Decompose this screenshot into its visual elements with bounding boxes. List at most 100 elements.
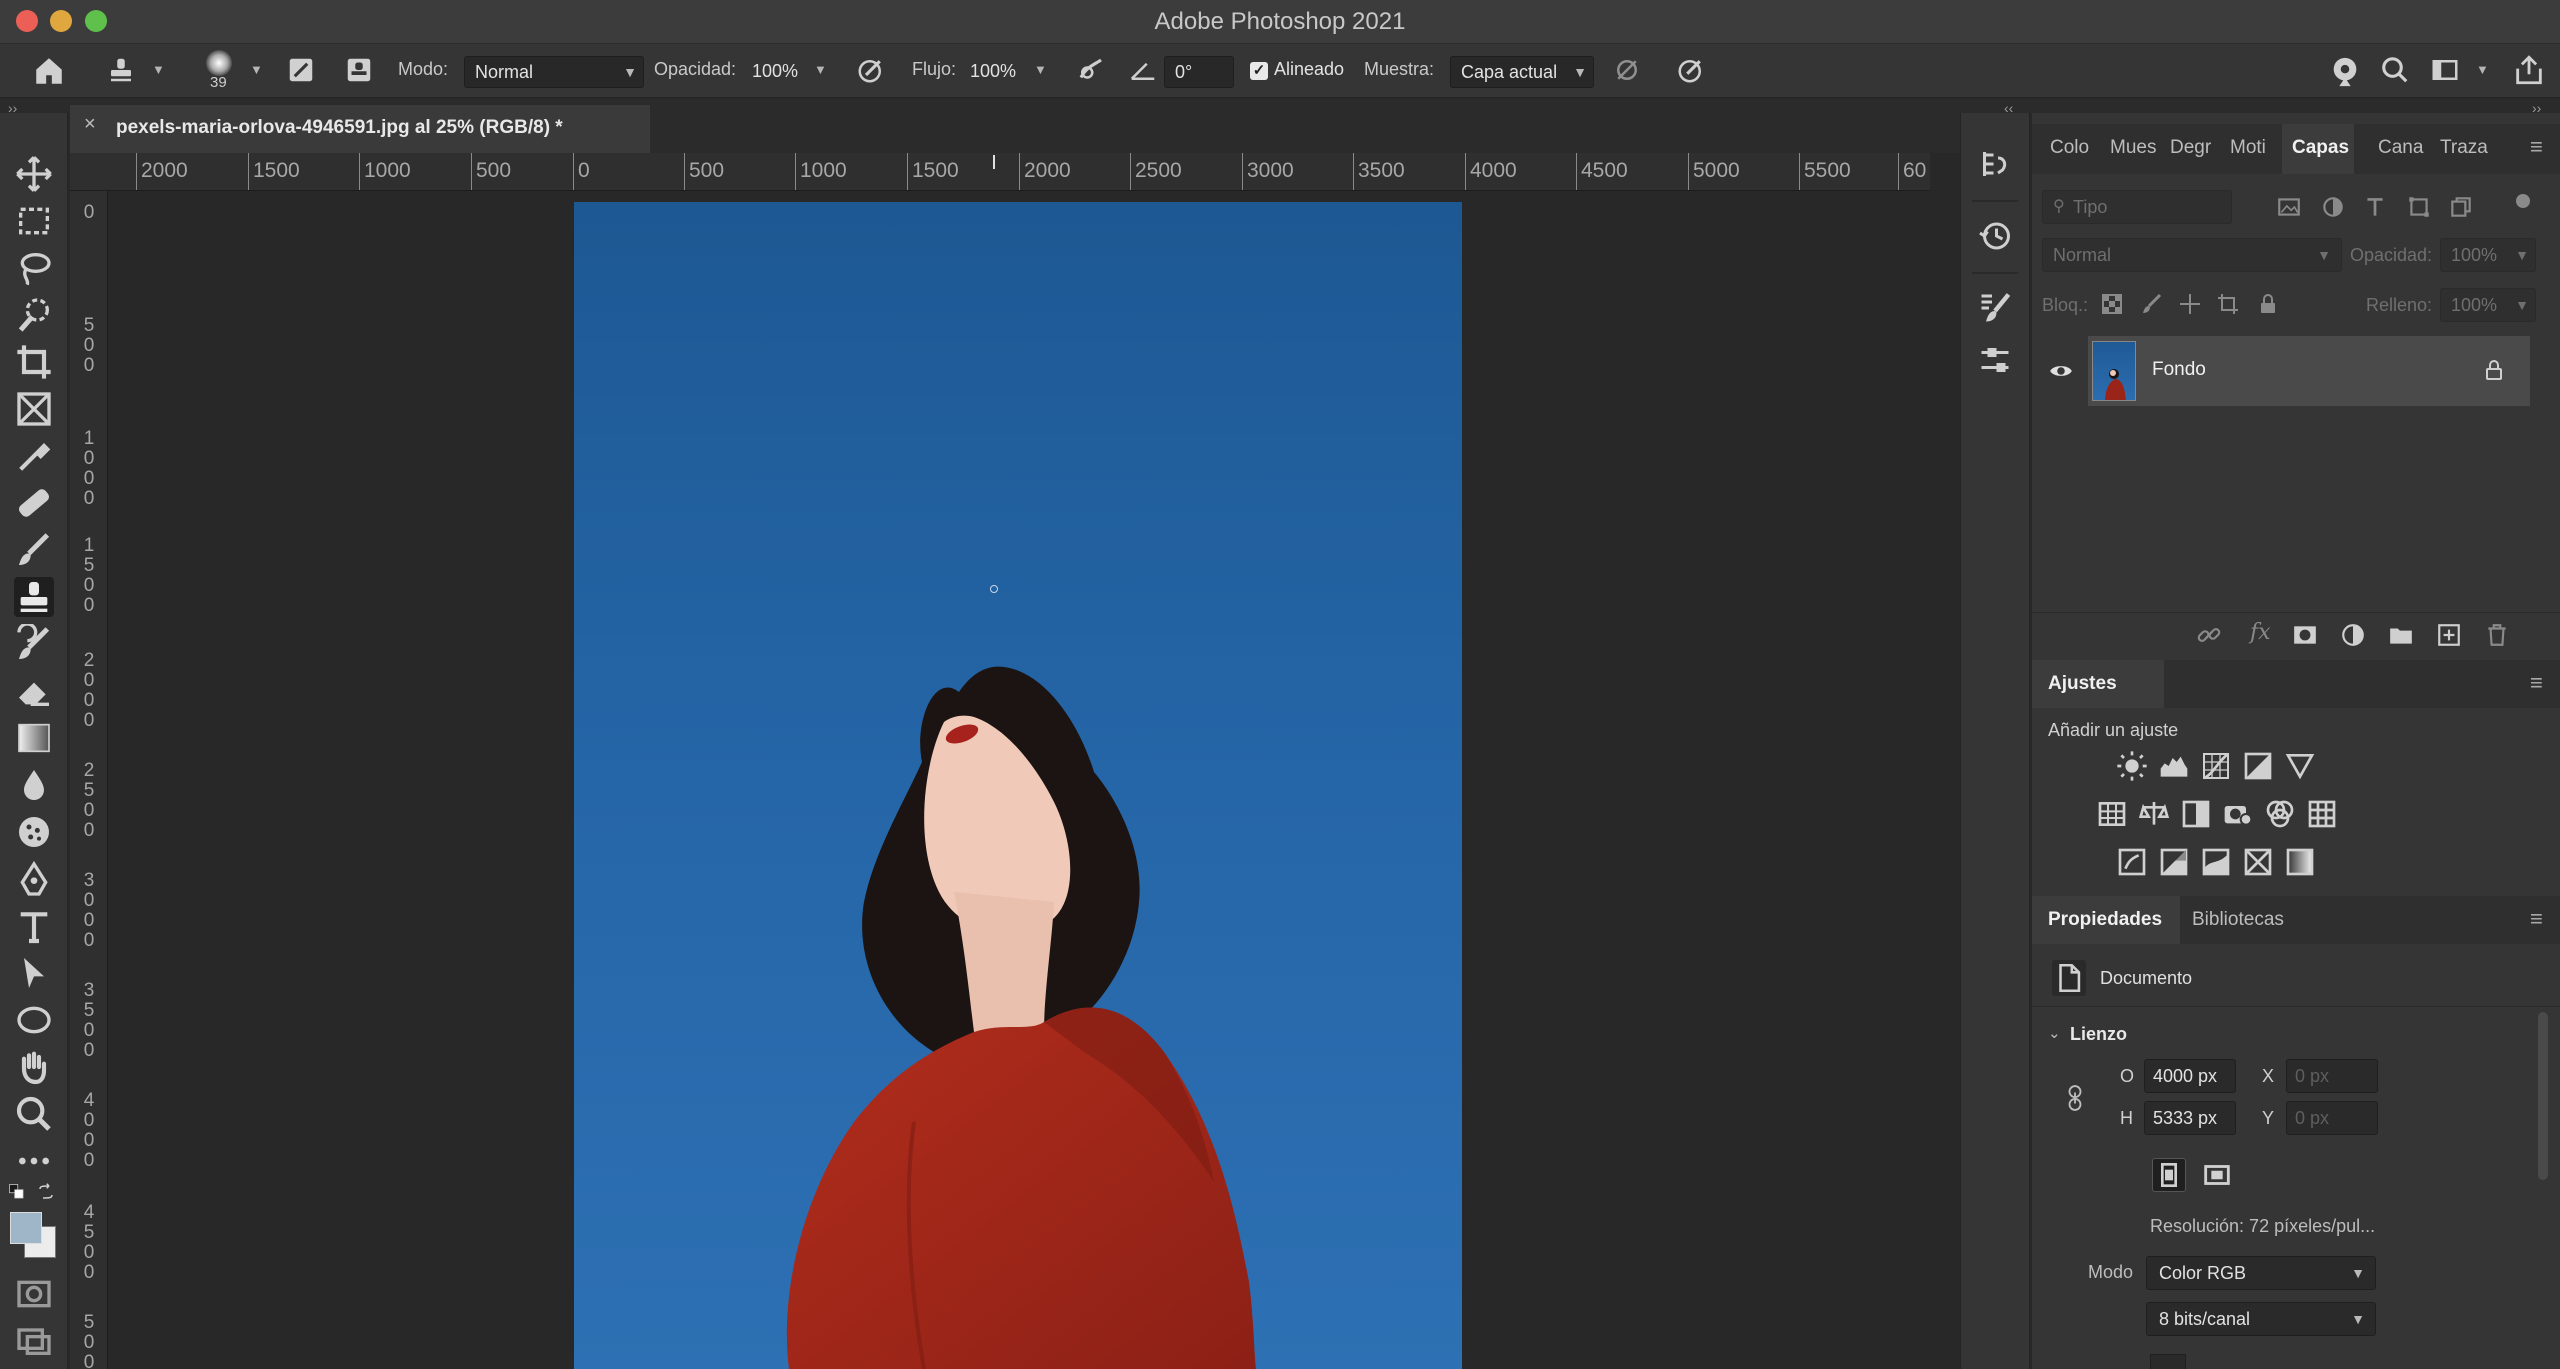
new-adjustment-layer-icon[interactable] bbox=[2340, 622, 2366, 648]
lock-image-pixels-icon[interactable] bbox=[2140, 292, 2164, 316]
new-group-folder-icon[interactable] bbox=[2388, 622, 2414, 648]
filter-pixel-layer-icon[interactable] bbox=[2276, 194, 2302, 220]
layer-lock-icon[interactable] bbox=[2482, 358, 2506, 382]
color-mode-select[interactable]: Color RGB ▼ bbox=[2146, 1256, 2376, 1290]
x-input[interactable]: 0 px bbox=[2286, 1059, 2378, 1093]
brush-settings-panel-icon[interactable] bbox=[1977, 290, 2013, 326]
posterize-icon[interactable] bbox=[2158, 846, 2190, 878]
brush-picker-chevron-icon[interactable]: ▼ bbox=[250, 62, 263, 77]
brush-tool-icon[interactable] bbox=[14, 530, 54, 570]
height-input[interactable]: 5333 px bbox=[2144, 1101, 2236, 1135]
photo-filter-icon[interactable] bbox=[2222, 798, 2254, 830]
aligned-checkbox[interactable]: ✓ bbox=[1250, 62, 1268, 80]
tab-color[interactable]: Colo bbox=[2050, 137, 2089, 159]
hue-saturation-icon[interactable] bbox=[2096, 798, 2128, 830]
swap-colors-icon[interactable] bbox=[36, 1183, 56, 1201]
quick-selection-tool-icon[interactable] bbox=[14, 295, 54, 335]
delete-layer-trash-icon[interactable] bbox=[2484, 622, 2510, 648]
workspace-chevron-icon[interactable]: ▼ bbox=[2476, 62, 2489, 77]
y-input[interactable]: 0 px bbox=[2286, 1101, 2378, 1135]
history-states-icon[interactable] bbox=[1977, 146, 2013, 182]
search-icon[interactable] bbox=[2380, 55, 2410, 85]
invert-icon[interactable] bbox=[2116, 846, 2148, 878]
levels-icon[interactable] bbox=[2158, 750, 2190, 782]
clone-stamp-tool-preset-icon[interactable] bbox=[106, 55, 136, 85]
canvas-color-swatch[interactable] bbox=[2150, 1354, 2186, 1369]
ignore-adjustment-layers-icon[interactable] bbox=[1612, 55, 1642, 85]
new-layer-icon[interactable] bbox=[2436, 622, 2462, 648]
color-lookup-icon[interactable] bbox=[2306, 798, 2338, 830]
tab-libraries[interactable]: Bibliotecas bbox=[2192, 909, 2284, 931]
bit-depth-select[interactable]: 8 bits/canal ▼ bbox=[2146, 1302, 2376, 1336]
sample-select[interactable]: Capa actual ▼ bbox=[1450, 56, 1594, 88]
tab-channels[interactable]: Cana bbox=[2378, 137, 2423, 159]
curves-icon[interactable] bbox=[2200, 750, 2232, 782]
close-document-icon[interactable]: × bbox=[84, 113, 96, 136]
workspace-icon[interactable] bbox=[2430, 55, 2460, 85]
screen-mode-icon[interactable] bbox=[14, 1320, 54, 1360]
filter-type-layer-icon[interactable] bbox=[2362, 194, 2388, 220]
clone-source-icon[interactable] bbox=[344, 55, 374, 85]
chevron-down-icon[interactable]: ▼ bbox=[152, 62, 165, 77]
chevron-down-icon[interactable]: ⌄ bbox=[2048, 1024, 2061, 1042]
lasso-tool-icon[interactable] bbox=[14, 248, 54, 288]
mode-select[interactable]: Normal ▼ bbox=[464, 56, 644, 88]
selective-color-icon[interactable] bbox=[2242, 846, 2274, 878]
filter-adjustment-layer-icon[interactable] bbox=[2320, 194, 2346, 220]
exposure-icon[interactable] bbox=[2242, 750, 2274, 782]
healing-brush-tool-icon[interactable] bbox=[14, 483, 54, 523]
black-white-icon[interactable] bbox=[2180, 798, 2212, 830]
pressure-opacity-icon[interactable] bbox=[856, 55, 886, 85]
hand-tool-icon[interactable] bbox=[14, 1047, 54, 1087]
brush-preview-icon[interactable] bbox=[206, 50, 232, 76]
panel-menu-icon[interactable]: ≡ bbox=[2530, 134, 2543, 160]
document-image[interactable] bbox=[574, 202, 1462, 1369]
clone-stamp-tool-icon[interactable] bbox=[14, 577, 54, 617]
gradient-map-icon[interactable] bbox=[2284, 846, 2316, 878]
foreground-color-swatch[interactable] bbox=[10, 1212, 42, 1244]
blend-mode-select[interactable]: Normal ▼ bbox=[2042, 238, 2342, 272]
link-dimensions-icon[interactable] bbox=[2064, 1084, 2086, 1112]
crop-tool-icon[interactable] bbox=[14, 342, 54, 382]
clone-source-panel-icon[interactable] bbox=[1977, 342, 2013, 378]
more-tools-icon[interactable] bbox=[14, 1141, 54, 1181]
marquee-tool-icon[interactable] bbox=[14, 201, 54, 241]
ellipse-tool-icon[interactable] bbox=[14, 1000, 54, 1040]
tab-gradients[interactable]: Degr bbox=[2170, 137, 2211, 159]
landscape-orientation-icon[interactable] bbox=[2200, 1158, 2234, 1192]
flow-input[interactable]: 100% bbox=[962, 56, 1022, 88]
opacity-input[interactable]: 100% bbox=[744, 56, 804, 88]
brightness-contrast-icon[interactable] bbox=[2116, 750, 2148, 782]
add-mask-icon[interactable] bbox=[2292, 622, 2318, 648]
horizontal-ruler[interactable]: 2000 1500 1000 500 0 500 1000 1500 2000 … bbox=[78, 153, 1930, 191]
opacity-chevron-icon[interactable]: ▼ bbox=[814, 62, 827, 77]
angle-input[interactable]: 0° bbox=[1164, 56, 1234, 88]
gradient-tool-icon[interactable] bbox=[14, 718, 54, 758]
channel-mixer-icon[interactable] bbox=[2264, 798, 2296, 830]
sponge-tool-icon[interactable] bbox=[14, 812, 54, 852]
layer-opacity-input[interactable]: 100% ▼ bbox=[2440, 238, 2536, 272]
layer-style-fx-icon[interactable]: fx bbox=[2250, 620, 2271, 645]
airbrush-icon[interactable] bbox=[1076, 55, 1106, 85]
zoom-tool-icon[interactable] bbox=[14, 1094, 54, 1134]
vibrance-icon[interactable] bbox=[2284, 750, 2316, 782]
pressure-size-icon[interactable] bbox=[1676, 55, 1706, 85]
vertical-ruler[interactable]: 0 5 0 0 1 0 0 0 1 5 0 0 2 0 0 0 2 5 0 0 … bbox=[70, 191, 108, 1369]
layer-filter-select[interactable]: ⚲ Tipo bbox=[2042, 190, 2232, 224]
portrait-orientation-icon[interactable] bbox=[2152, 1158, 2186, 1192]
frame-tool-icon[interactable] bbox=[14, 389, 54, 429]
properties-scrollbar-thumb[interactable] bbox=[2538, 1012, 2548, 1180]
filter-toggle-icon[interactable] bbox=[2516, 194, 2530, 208]
tab-layers[interactable]: Capas bbox=[2292, 137, 2349, 159]
fill-input[interactable]: 100% ▼ bbox=[2440, 288, 2536, 322]
lock-position-icon[interactable] bbox=[2178, 292, 2202, 316]
history-brush-tool-icon[interactable] bbox=[14, 624, 54, 664]
properties-menu-icon[interactable]: ≡ bbox=[2530, 906, 2543, 932]
link-layers-icon[interactable] bbox=[2196, 622, 2222, 648]
tab-swatches[interactable]: Mues bbox=[2110, 137, 2156, 159]
adjustments-menu-icon[interactable]: ≡ bbox=[2530, 670, 2543, 696]
move-tool-icon[interactable] bbox=[14, 154, 54, 194]
pen-tool-icon[interactable] bbox=[14, 859, 54, 899]
quick-mask-icon[interactable] bbox=[14, 1274, 54, 1314]
default-colors-icon[interactable] bbox=[8, 1183, 26, 1201]
